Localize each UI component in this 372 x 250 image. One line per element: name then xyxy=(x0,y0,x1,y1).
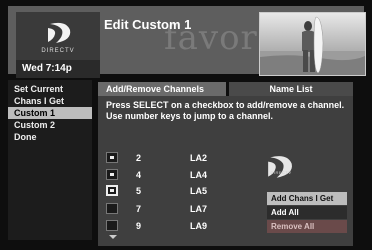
remove-all-button[interactable]: Remove All xyxy=(267,220,347,233)
menu-item-chans-i-get[interactable]: Chans I Get xyxy=(8,95,92,107)
channel-checkbox[interactable] xyxy=(106,203,118,214)
menu-item-custom-1[interactable]: Custom 1 xyxy=(8,107,92,119)
time-display: Wed 7:14p xyxy=(16,60,100,78)
add-all-button[interactable]: Add All xyxy=(267,206,347,219)
channel-number: 9 xyxy=(136,221,142,231)
header: DIRECTV Wed 7:14p favorites Edit Custom … xyxy=(8,6,366,78)
menu-item-done[interactable]: Done xyxy=(8,131,92,143)
channel-callsign: LA7 xyxy=(190,204,208,214)
channel-checkbox[interactable] xyxy=(106,220,118,231)
channel-callsign: LA9 xyxy=(190,221,208,231)
channel-row[interactable]: 9 LA9 xyxy=(106,219,276,233)
channel-number: 4 xyxy=(136,170,142,180)
channel-number: 7 xyxy=(136,204,142,214)
add-chans-i-get-button[interactable]: Add Chans I Get xyxy=(267,192,347,205)
side-logo-text: DIRECTV xyxy=(270,170,292,175)
screen: DIRECTV Wed 7:14p favorites Edit Custom … xyxy=(0,0,372,250)
content-panel: Press SELECT on a checkbox to add/remove… xyxy=(98,96,353,246)
left-menu: Set Current Chans I Get Custom 1 Custom … xyxy=(8,80,92,240)
channel-row[interactable]: 7 LA7 xyxy=(106,202,276,216)
logo-text: DIRECTV xyxy=(41,48,75,54)
channel-row[interactable]: 2 LA2 xyxy=(106,151,276,165)
channel-callsign: LA5 xyxy=(190,186,208,196)
channel-checkbox[interactable] xyxy=(106,152,118,163)
menu-item-set-current[interactable]: Set Current xyxy=(8,83,92,95)
logo-box: DIRECTV xyxy=(16,12,100,60)
channel-callsign: LA2 xyxy=(190,153,208,163)
surfer-image xyxy=(260,13,365,75)
page-title: Edit Custom 1 xyxy=(104,17,192,32)
video-thumbnail xyxy=(259,12,366,76)
instruction-text: Press SELECT on a checkbox to add/remove… xyxy=(106,100,345,121)
directv-logo-icon xyxy=(48,22,71,43)
channel-checkbox[interactable] xyxy=(106,185,118,196)
menu-item-custom-2[interactable]: Custom 2 xyxy=(8,119,92,131)
scroll-down-arrow-icon[interactable] xyxy=(109,235,117,239)
channel-row-focused[interactable]: 5 LA5 xyxy=(106,184,276,198)
tab-add-remove-channels[interactable]: Add/Remove Channels xyxy=(98,82,226,96)
tab-name-list[interactable]: Name List xyxy=(229,82,353,96)
channel-number: 2 xyxy=(136,153,142,163)
directv-logo-icon xyxy=(268,156,292,178)
channel-checkbox[interactable] xyxy=(106,169,118,180)
channel-row[interactable]: 4 LA4 xyxy=(106,168,276,182)
channel-number: 5 xyxy=(136,186,142,196)
channel-callsign: LA4 xyxy=(190,170,208,180)
